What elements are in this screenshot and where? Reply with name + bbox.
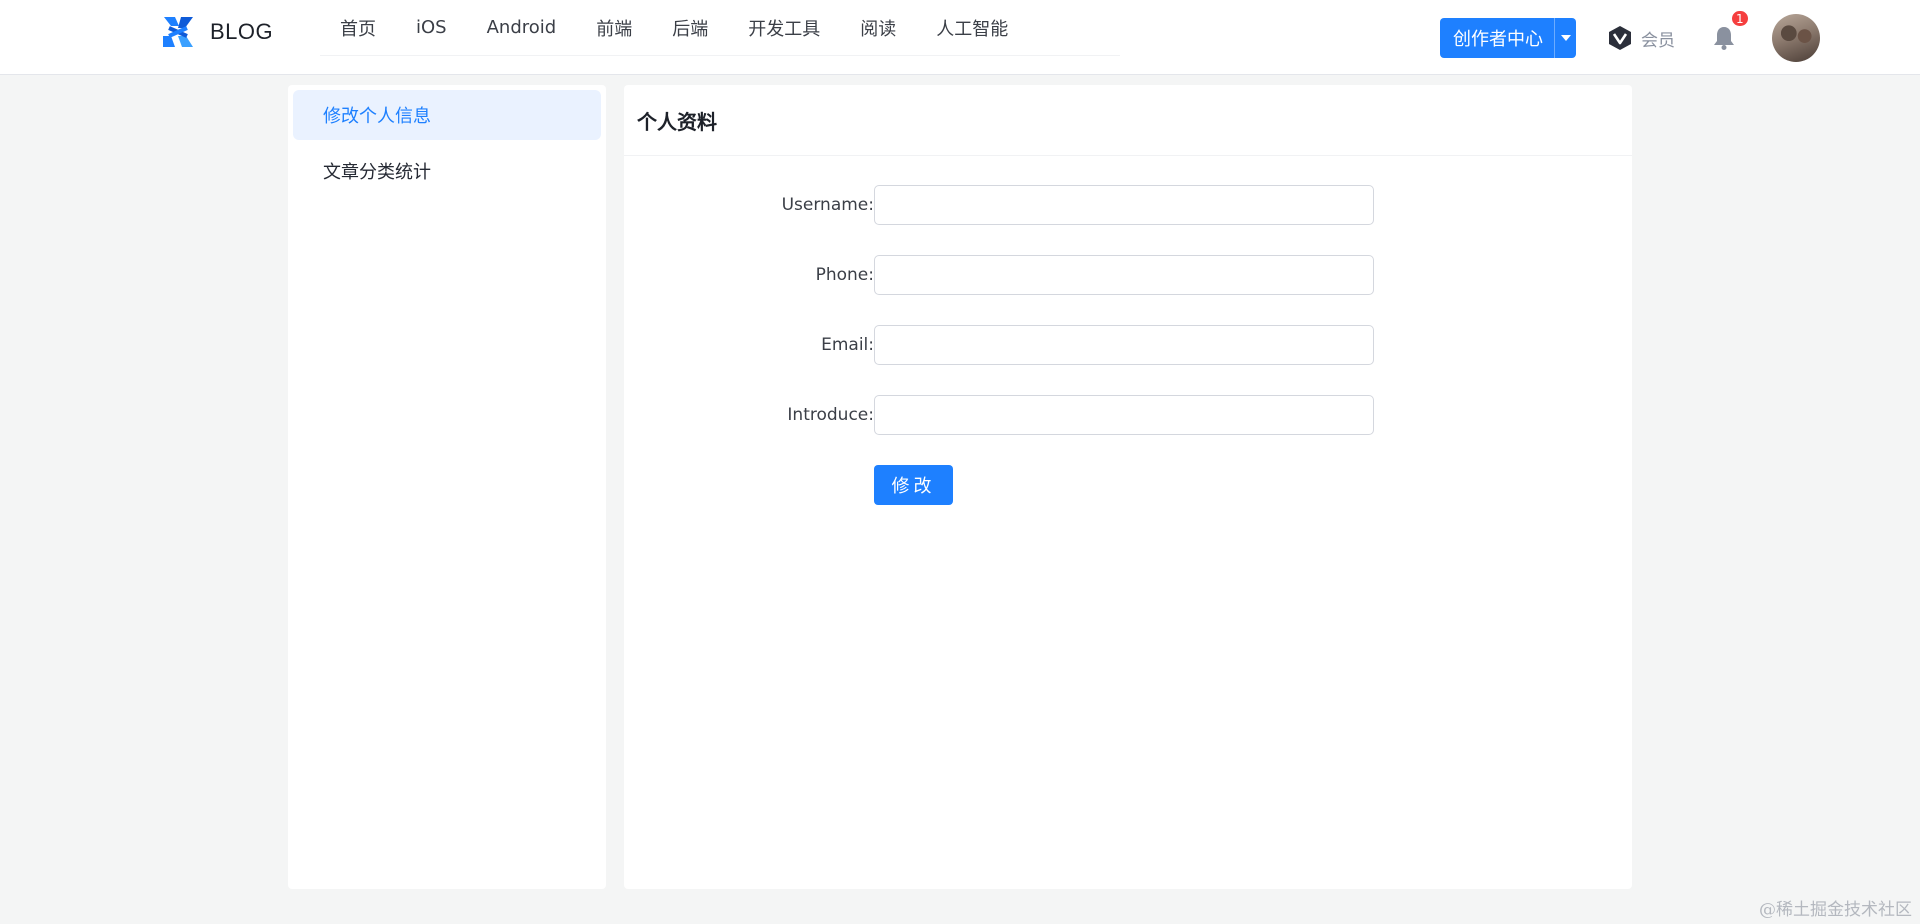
caret-down-icon	[1560, 35, 1571, 41]
notification-count-badge: 1	[1731, 10, 1749, 27]
vip-label: 会员	[1641, 30, 1675, 51]
sidebar-item-article-stats[interactable]: 文章分类统计	[293, 146, 601, 196]
sidebar-item-label: 文章分类统计	[323, 162, 431, 183]
nav-item-backend[interactable]: 后端	[652, 0, 728, 56]
nav-item-frontend[interactable]: 前端	[576, 0, 652, 56]
form-row-email: Email:	[624, 325, 1632, 365]
logo-icon	[163, 17, 193, 47]
phone-label: Phone:	[815, 265, 874, 285]
introduce-label: Introduce:	[787, 405, 874, 425]
form-row-username: Username:	[624, 185, 1632, 225]
username-label: Username:	[781, 195, 874, 215]
nav-item-ai[interactable]: 人工智能	[916, 0, 1028, 56]
brand-logo[interactable]: BLOG	[160, 14, 273, 50]
nav-item-devtools[interactable]: 开发工具	[728, 0, 840, 56]
submit-button[interactable]: 修改	[874, 465, 953, 505]
creator-center-button[interactable]: 创作者中心	[1440, 18, 1576, 58]
form-row-submit: 修改	[624, 465, 1632, 505]
nav-item-reading[interactable]: 阅读	[840, 0, 916, 56]
page-title: 个人资料	[637, 109, 717, 134]
email-label: Email:	[821, 335, 874, 355]
nav-item-ios[interactable]: iOS	[396, 0, 467, 56]
introduce-input[interactable]	[874, 395, 1374, 435]
email-input[interactable]	[874, 325, 1374, 365]
sidebar-item-edit-profile[interactable]: 修改个人信息	[293, 90, 601, 140]
sidebar-item-label: 修改个人信息	[323, 106, 431, 127]
form-row-phone: Phone:	[624, 255, 1632, 295]
profile-form: Username: Phone: Email: Introduce: 修改	[624, 185, 1632, 535]
top-header: BLOG 首页 iOS Android 前端 后端 开发工具 阅读 人工智能 创…	[0, 0, 1920, 75]
username-input[interactable]	[874, 185, 1374, 225]
user-avatar[interactable]	[1772, 14, 1820, 62]
nav-item-home[interactable]: 首页	[320, 0, 396, 56]
watermark: @稀土掘金技术社区	[1759, 900, 1912, 920]
creator-dropdown-toggle[interactable]	[1554, 18, 1576, 58]
phone-input[interactable]	[874, 255, 1374, 295]
main-nav: 首页 iOS Android 前端 后端 开发工具 阅读 人工智能	[320, 0, 1120, 56]
creator-center-label: 创作者中心	[1453, 29, 1543, 50]
bell-icon[interactable]	[1710, 24, 1738, 52]
panel-header: 个人资料	[624, 85, 1632, 156]
brand-name: BLOG	[210, 19, 274, 44]
nav-item-android[interactable]: Android	[467, 0, 577, 56]
settings-sidebar: 修改个人信息 文章分类统计	[288, 85, 606, 889]
vip-badge-icon	[1609, 26, 1631, 50]
form-row-introduce: Introduce:	[624, 395, 1632, 435]
profile-panel: 个人资料 Username: Phone: Email: Introduce: …	[624, 85, 1632, 889]
vip-link[interactable]: 会员	[1607, 24, 1675, 52]
